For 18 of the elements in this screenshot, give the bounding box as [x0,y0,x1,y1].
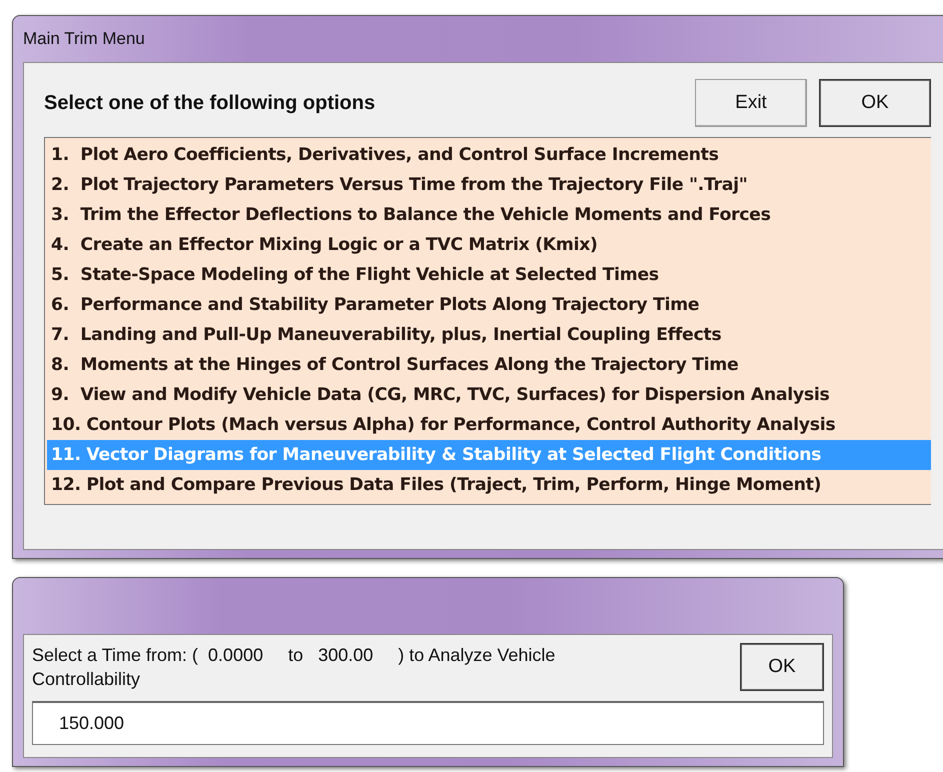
option-item[interactable]: 8. Moments at the Hinges of Control Surfaces Along the Trajectory Time [47,350,931,380]
heading: Select one of the following options [44,92,376,114]
ok-button[interactable]: OK [819,79,931,127]
option-item[interactable]: 5. State-Space Modeling of the Flight Vehicle at Selected Times [47,260,931,290]
option-item[interactable]: 7. Landing and Pull-Up Maneuverability, plus, Inertial Coupling Effects [47,320,931,350]
option-item[interactable]: 12. Plot and Compare Previous Data Files (Traject, Trim, Perform, Hinge Moment) [47,470,931,500]
option-item[interactable]: 9. View and Modify Vehicle Data (CG, MRC, TVC, Surfaces) for Dispersion Analysis [47,380,931,410]
ok-button[interactable]: OK [740,643,824,691]
option-item[interactable]: 2. Plot Trajectory Parameters Versus Time from the Trajectory File ".Traj" [47,170,931,200]
option-item[interactable]: 10. Contour Plots (Mach versus Alpha) for Performance, Control Authority Analysis [47,410,931,440]
exit-button[interactable]: Exit [695,79,807,127]
time-input-field[interactable]: 150.000 [32,701,824,745]
option-item[interactable]: 3. Trim the Effector Deflections to Balance the Vehicle Moments and Forces [47,200,931,230]
option-item[interactable]: 4. Create an Effector Mixing Logic or a TVC Matrix (Kmix) [47,230,931,260]
window-title: Main Trim Menu [23,29,145,49]
option-item[interactable]: 1. Plot Aero Coefficients, Derivatives, and Control Surface Increments [47,140,931,170]
option-item[interactable]: 6. Performance and Stability Parameter Plots Along Trajectory Time [47,290,931,320]
prompt-text: Select a Time from: ( 0.0000 to 300.00 ) to Analyze Vehicle Controllability [32,644,556,691]
